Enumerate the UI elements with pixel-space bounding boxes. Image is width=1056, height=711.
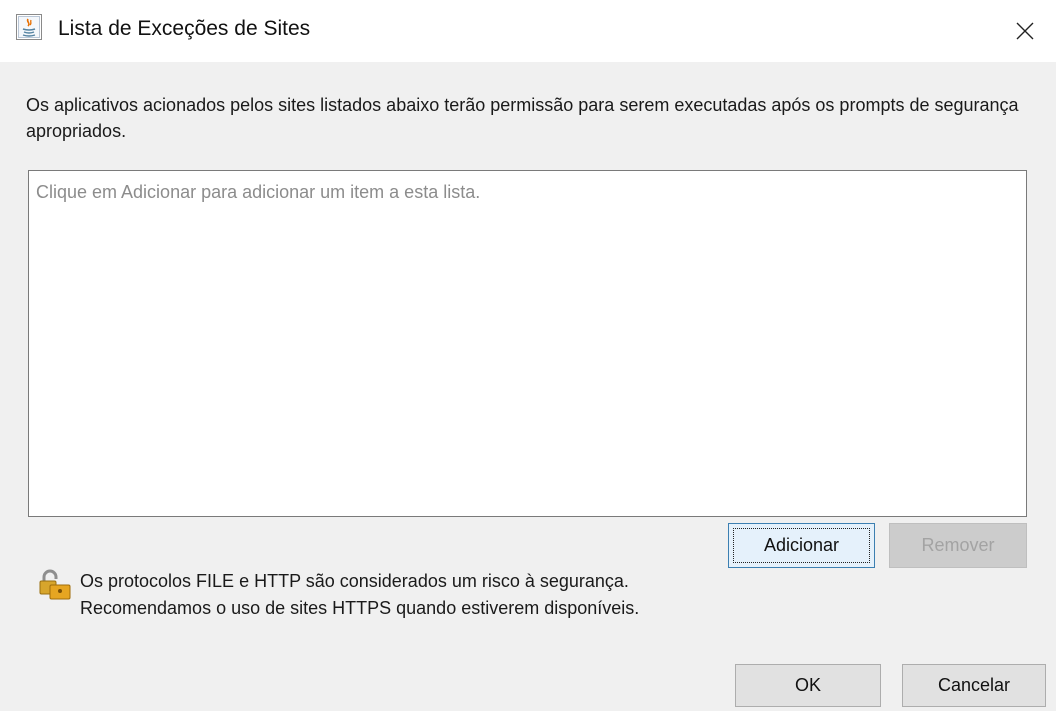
- focus-ring: [733, 528, 870, 563]
- list-placeholder: Clique em Adicionar para adicionar um it…: [36, 182, 481, 202]
- remove-button[interactable]: Remover: [889, 523, 1027, 568]
- security-note: Os protocolos FILE e HTTP são considerad…: [80, 568, 639, 622]
- ok-button-label: OK: [794, 675, 821, 695]
- close-icon: [1016, 22, 1034, 40]
- dialog-description: Os aplicativos acionados pelos sites lis…: [26, 95, 1019, 141]
- exception-site-list[interactable]: Clique em Adicionar para adicionar um it…: [28, 170, 1027, 517]
- java-icon: [16, 14, 42, 40]
- title-bar: Lista de Exceções de Sites: [0, 0, 1056, 62]
- exception-site-list-dialog: Lista de Exceções de Sites Os aplicativo…: [0, 0, 1056, 711]
- cancel-button-label: Cancelar: [937, 675, 1011, 695]
- add-button[interactable]: Adicionar: [728, 523, 875, 568]
- window-title: Lista de Exceções de Sites: [58, 17, 311, 40]
- remove-button-label: Remover: [921, 535, 995, 555]
- security-note-line-1: Os protocolos FILE e HTTP são considerad…: [80, 571, 629, 591]
- ok-button[interactable]: OK: [735, 664, 881, 707]
- security-note-line-2: Recomendamos o uso de sites HTTPS quando…: [80, 598, 640, 618]
- unlocked-padlock-icon: [38, 568, 74, 602]
- cancel-button[interactable]: Cancelar: [902, 664, 1046, 707]
- close-button[interactable]: [994, 0, 1056, 62]
